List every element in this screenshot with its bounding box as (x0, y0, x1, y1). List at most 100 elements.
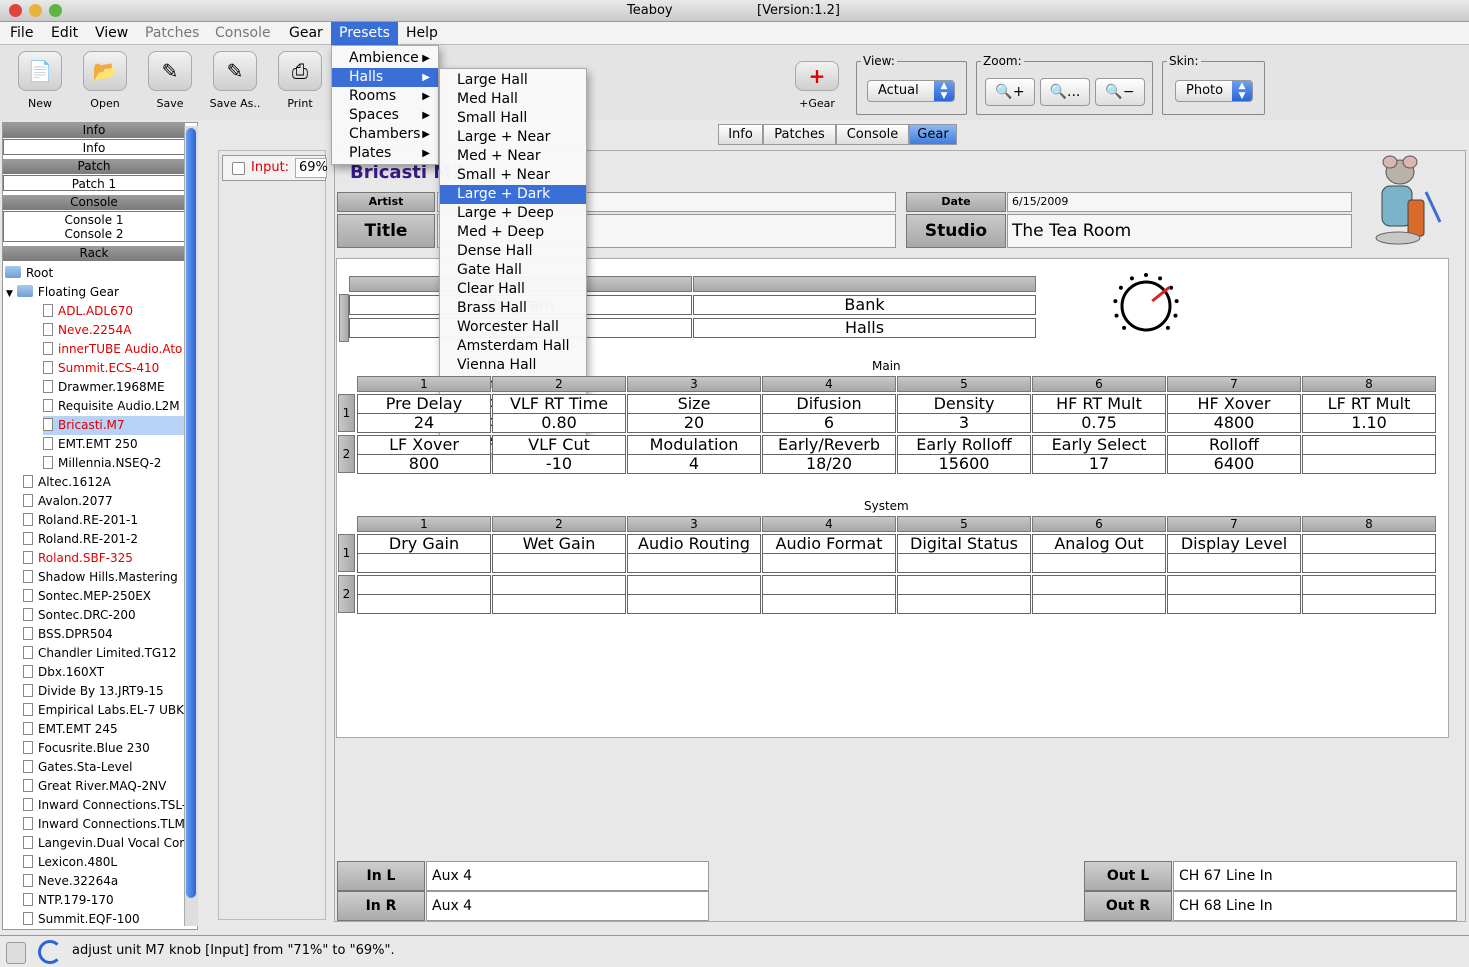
system-param-value[interactable] (1167, 594, 1301, 614)
tree-item[interactable]: Langevin.Dual Vocal Cor (23, 834, 185, 853)
sidebar-item-console-2[interactable]: Console 2 (3, 226, 185, 242)
main-param-value[interactable]: 15600 (897, 454, 1031, 474)
halls-menu-item[interactable]: Clear Hall (440, 280, 586, 299)
system-param-value[interactable] (1032, 553, 1166, 573)
lock-icon[interactable] (6, 942, 26, 964)
tree-item[interactable]: Sontec.MEP-250EX (23, 587, 185, 606)
halls-menu-item[interactable]: Small + Near (440, 166, 586, 185)
main-param-value[interactable]: 800 (357, 454, 491, 474)
view-select[interactable]: Actual ▲ ▼ (867, 80, 955, 102)
tree-item[interactable]: Divide By 13.JRT9-15 (23, 682, 185, 701)
halls-menu-item[interactable]: Small Hall (440, 109, 586, 128)
open-button[interactable]: 📂 Open (75, 51, 135, 110)
halls-menu-item[interactable]: Gate Hall (440, 261, 586, 280)
presets-menu-item[interactable]: Chambers ▶ (332, 125, 438, 144)
new-button[interactable]: 📄 New (10, 51, 70, 110)
sidebar-item-info[interactable]: Info (3, 139, 185, 155)
system-param-value[interactable] (762, 553, 896, 573)
tree-item[interactable]: NTP.179-170 (23, 891, 185, 910)
tree-item[interactable]: Summit.EQF-100 (23, 910, 185, 929)
skin-select[interactable]: Photo ▲ ▼ (1175, 80, 1253, 102)
sidebar-section-patch[interactable]: Patch (3, 159, 185, 174)
presets-menu-item[interactable]: Ambience ▶ (332, 49, 438, 68)
tree-item[interactable]: Inward Connections.TLM (23, 815, 185, 834)
main-param-value[interactable]: 6 (762, 413, 896, 433)
menu-gear[interactable]: Gear (281, 22, 331, 45)
save-button[interactable]: ✎ Save (140, 51, 200, 110)
tree-item[interactable]: Roland.SBF-325 (23, 549, 185, 568)
tree-item[interactable]: Sontec.DRC-200 (23, 606, 185, 625)
sidebar-section-info[interactable]: Info (3, 123, 185, 138)
main-param-value[interactable]: 6400 (1167, 454, 1301, 474)
sidebar-section-rack[interactable]: Rack (3, 246, 185, 261)
presets-menu-item[interactable]: Spaces ▶ (332, 106, 438, 125)
system-param-value[interactable] (492, 553, 626, 573)
tree-item[interactable]: Bricasti.M7 (43, 416, 185, 435)
disclosure-triangle-icon[interactable]: ▼ (6, 289, 13, 299)
add-gear-button[interactable]: + +Gear (787, 51, 847, 110)
tree-item[interactable]: Inward Connections.TSL- (23, 796, 185, 815)
menu-file[interactable]: File (2, 22, 41, 45)
close-window-button[interactable] (9, 4, 22, 17)
tree-item[interactable]: Shadow Hills.Mastering (23, 568, 185, 587)
tree-item[interactable]: Altec.1612A (23, 473, 185, 492)
menu-view[interactable]: View (87, 22, 136, 45)
tree-item[interactable]: ADL.ADL670 (43, 302, 185, 321)
tree-item[interactable]: Avalon.2077 (23, 492, 185, 511)
system-param-value[interactable] (627, 594, 761, 614)
tree-item[interactable]: Neve.2254A (43, 321, 185, 340)
tree-item[interactable]: Millennia.NSEQ-2 (43, 454, 185, 473)
minimize-window-button[interactable] (29, 4, 42, 17)
halls-menu-item[interactable]: Med + Deep (440, 223, 586, 242)
tree-item[interactable]: Gates.Sta-Level (23, 758, 185, 777)
system-param-value[interactable] (357, 553, 491, 573)
main-param-value[interactable]: 0.80 (492, 413, 626, 433)
undo-refresh-icon[interactable] (38, 940, 62, 964)
tab-console[interactable]: Console (836, 124, 909, 145)
halls-menu-item[interactable]: Dense Hall (440, 242, 586, 261)
tree-item[interactable]: Roland.RE-201-2 (23, 530, 185, 549)
menu-console[interactable]: Console (207, 22, 279, 45)
system-param-value[interactable] (762, 594, 896, 614)
studio-field[interactable]: The Tea Room (1007, 214, 1352, 248)
menu-help[interactable]: Help (398, 22, 446, 45)
in-r-field[interactable]: Aux 4 (426, 891, 709, 921)
main-param-value[interactable]: -10 (492, 454, 626, 474)
main-param-value[interactable]: 1.10 (1302, 413, 1436, 433)
system-param-value[interactable] (897, 594, 1031, 614)
presets-menu-item[interactable]: Halls ▶ (332, 68, 438, 87)
input-checkbox[interactable] (232, 162, 245, 175)
tree-item[interactable]: Focusrite.Blue 230 (23, 739, 185, 758)
tree-item[interactable]: innerTUBE Audio.Ato (43, 340, 185, 359)
date-field[interactable]: 6/15/2009 (1007, 192, 1352, 212)
halls-menu-item[interactable]: Large + Near (440, 128, 586, 147)
sidebar-scroll-thumb[interactable] (186, 128, 196, 898)
zoom-out-button[interactable]: 🔍− (1095, 78, 1145, 106)
system-param-value[interactable] (492, 594, 626, 614)
system-param-value[interactable] (897, 553, 1031, 573)
halls-menu-item[interactable]: Amsterdam Hall (440, 337, 586, 356)
main-param-value[interactable]: 24 (357, 413, 491, 433)
system-param-value[interactable] (1032, 594, 1166, 614)
tab-info[interactable]: Info (718, 124, 763, 145)
bank-value[interactable]: Halls (693, 318, 1036, 338)
tree-item[interactable]: EMT.EMT 245 (23, 720, 185, 739)
out-l-field[interactable]: CH 67 Line In (1173, 861, 1457, 891)
halls-menu-item[interactable]: Med + Near (440, 147, 586, 166)
tree-item[interactable]: Empirical Labs.EL-7 UBK (23, 701, 185, 720)
zoom-fit-button[interactable]: 🔍... (1040, 78, 1090, 106)
input-knob[interactable] (1110, 272, 1182, 340)
main-param-value[interactable]: 20 (627, 413, 761, 433)
tab-gear[interactable]: Gear (909, 124, 957, 145)
tree-item[interactable]: Great River.MAQ-2NV (23, 777, 185, 796)
main-param-value[interactable]: 17 (1032, 454, 1166, 474)
save-as-button[interactable]: ✎ Save As.. (205, 51, 265, 110)
sidebar-item-console-1[interactable]: Console 1 (3, 211, 185, 227)
zoom-window-button[interactable] (49, 4, 62, 17)
tree-root[interactable]: Root (5, 264, 53, 283)
halls-menu-item[interactable]: Brass Hall (440, 299, 586, 318)
menu-patches[interactable]: Patches (137, 22, 207, 45)
main-param-value[interactable]: 0.75 (1032, 413, 1166, 433)
in-l-field[interactable]: Aux 4 (426, 861, 709, 891)
system-param-value[interactable] (627, 553, 761, 573)
